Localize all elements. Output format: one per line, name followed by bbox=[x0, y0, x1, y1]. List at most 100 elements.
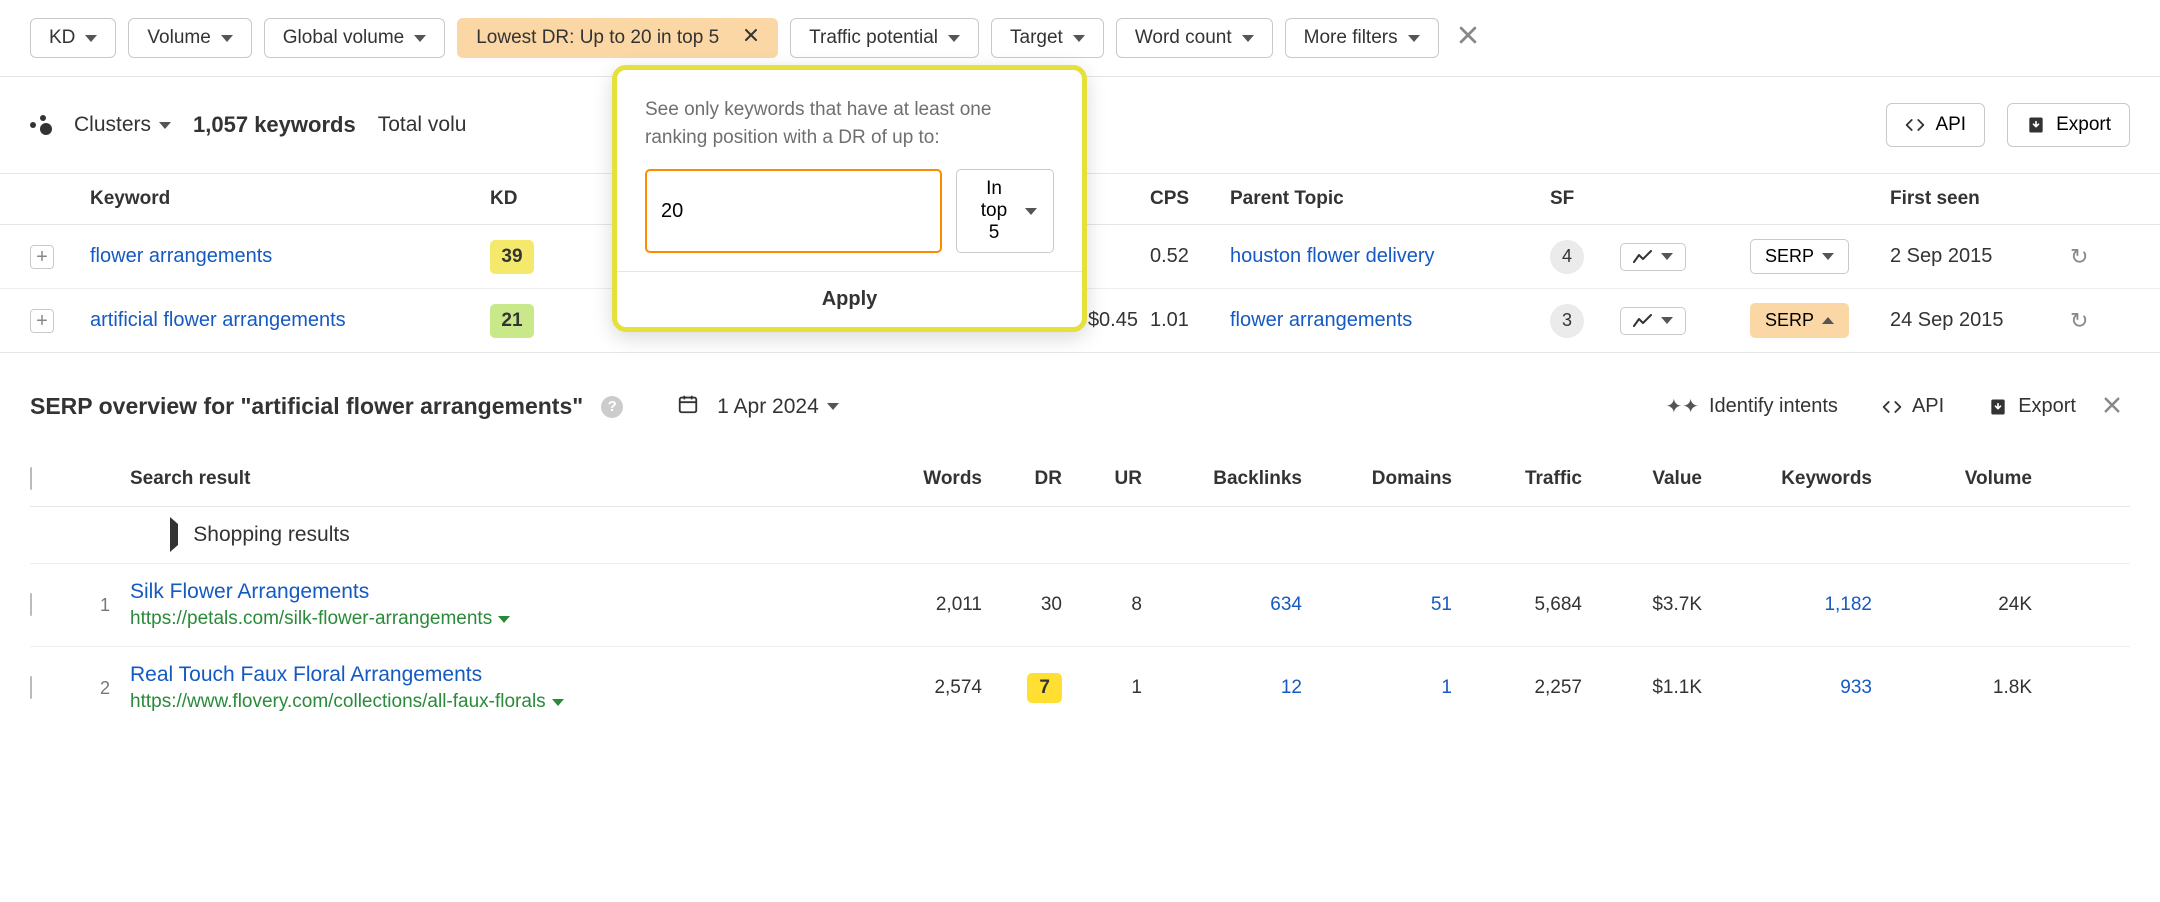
filter-lowest-dr-label: Lowest DR: Up to 20 in top 5 bbox=[476, 27, 719, 49]
first-seen-value: 2 Sep 2015 bbox=[1890, 245, 2070, 268]
chevron-up-icon bbox=[1822, 317, 1834, 324]
keywords-value[interactable]: 1,182 bbox=[1720, 594, 1890, 616]
in-top-select[interactable]: In top 5 bbox=[956, 169, 1054, 253]
rank-value: 1 bbox=[80, 595, 130, 616]
chevron-down-icon bbox=[159, 122, 171, 129]
kd-badge: 21 bbox=[490, 304, 534, 338]
filter-volume[interactable]: Volume bbox=[128, 18, 251, 58]
serp-label: SERP bbox=[1765, 310, 1814, 331]
col-words: Words bbox=[890, 468, 1000, 490]
serp-button[interactable]: SERP bbox=[1750, 303, 1849, 338]
date-label: 1 Apr 2024 bbox=[717, 395, 819, 419]
dr-value-input[interactable] bbox=[645, 169, 942, 253]
total-volume-label: Total volu bbox=[378, 113, 467, 137]
clear-filters-icon[interactable] bbox=[1451, 18, 1485, 58]
result-url[interactable]: https://www.flovery.com/collections/all-… bbox=[130, 691, 890, 713]
result-title[interactable]: Silk Flower Arrangements bbox=[130, 580, 890, 604]
backlinks-value[interactable]: 12 bbox=[1160, 677, 1320, 699]
filter-kd[interactable]: KD bbox=[30, 18, 116, 58]
filter-kd-label: KD bbox=[49, 27, 75, 49]
keyword-count: 1,057 keywords bbox=[193, 112, 356, 138]
trend-button[interactable] bbox=[1620, 307, 1686, 335]
kd-badge: 39 bbox=[490, 240, 534, 274]
chevron-down-icon bbox=[1242, 35, 1254, 42]
filter-bar: KD Volume Global volume Lowest DR: Up to… bbox=[0, 0, 2160, 77]
serp-overview: SERP overview for "artificial flower arr… bbox=[0, 353, 2160, 729]
dr-highlight: 7 bbox=[1027, 673, 1062, 703]
filter-lowest-dr[interactable]: Lowest DR: Up to 20 in top 5 bbox=[457, 18, 778, 58]
download-icon bbox=[2026, 115, 2046, 135]
volume-value: 24K bbox=[1890, 594, 2050, 616]
serp-title: SERP overview for "artificial flower arr… bbox=[30, 393, 583, 420]
filter-target[interactable]: Target bbox=[991, 18, 1104, 58]
traffic-value: 5,684 bbox=[1470, 594, 1600, 616]
identify-intents-button[interactable]: ✦✦ Identify intents bbox=[1665, 394, 1837, 419]
row-checkbox[interactable] bbox=[30, 593, 32, 616]
col-domains: Domains bbox=[1320, 468, 1470, 490]
chevron-down-icon bbox=[221, 35, 233, 42]
trend-button[interactable] bbox=[1620, 243, 1686, 271]
chevron-down-icon bbox=[1822, 253, 1834, 260]
filter-word-count[interactable]: Word count bbox=[1116, 18, 1273, 58]
keyword-link[interactable]: flower arrangements bbox=[90, 245, 490, 268]
col-dr: DR bbox=[1000, 468, 1080, 490]
filter-global-volume-label: Global volume bbox=[283, 27, 404, 49]
sparkle-icon: ✦✦ bbox=[1665, 394, 1699, 419]
chevron-down-icon bbox=[827, 403, 839, 410]
chevron-down-icon bbox=[1408, 35, 1420, 42]
chevron-down-icon bbox=[1661, 317, 1673, 324]
trend-icon bbox=[1633, 314, 1653, 328]
trend-icon bbox=[1633, 250, 1653, 264]
parent-topic-link[interactable]: flower arrangements bbox=[1230, 309, 1550, 332]
date-picker[interactable]: 1 Apr 2024 bbox=[717, 395, 839, 419]
row-checkbox[interactable] bbox=[30, 676, 32, 699]
col-search-result: Search result bbox=[130, 468, 890, 490]
api-button[interactable]: API bbox=[1886, 103, 1985, 147]
expand-button[interactable]: + bbox=[30, 309, 54, 333]
col-volume: Volume bbox=[1890, 468, 2050, 490]
result-url[interactable]: https://petals.com/silk-flower-arrangeme… bbox=[130, 608, 890, 630]
code-icon bbox=[1882, 397, 1902, 417]
sf-badge[interactable]: 4 bbox=[1550, 240, 1584, 274]
serp-shopping-row[interactable]: Shopping results bbox=[30, 507, 2130, 564]
traffic-value: 2,257 bbox=[1470, 677, 1600, 699]
close-icon[interactable] bbox=[2094, 387, 2130, 426]
words-value: 2,574 bbox=[890, 677, 1000, 699]
domains-value[interactable]: 1 bbox=[1320, 677, 1470, 699]
refresh-icon[interactable]: ↻ bbox=[2070, 244, 2130, 270]
serp-button[interactable]: SERP bbox=[1750, 239, 1849, 274]
first-seen-value: 24 Sep 2015 bbox=[1890, 309, 2070, 332]
serp-header: Search result Words DR UR Backlinks Doma… bbox=[30, 452, 2130, 507]
keyword-link[interactable]: artificial flower arrangements bbox=[90, 309, 490, 332]
export-button[interactable]: Export bbox=[2007, 103, 2130, 147]
parent-topic-link[interactable]: houston flower delivery bbox=[1230, 245, 1550, 268]
filter-more[interactable]: More filters bbox=[1285, 18, 1439, 58]
api-label: API bbox=[1935, 114, 1966, 136]
ur-value: 1 bbox=[1080, 677, 1160, 699]
serp-api-button[interactable]: API bbox=[1882, 395, 1944, 418]
help-icon[interactable]: ? bbox=[601, 396, 623, 418]
select-all-checkbox[interactable] bbox=[30, 467, 32, 490]
close-icon[interactable] bbox=[743, 27, 759, 49]
chevron-down-icon bbox=[498, 616, 510, 623]
clusters-dropdown[interactable]: Clusters bbox=[74, 113, 171, 137]
apply-button[interactable]: Apply bbox=[617, 271, 1082, 327]
chevron-down-icon bbox=[948, 35, 960, 42]
ur-value: 8 bbox=[1080, 594, 1160, 616]
filter-traffic-potential[interactable]: Traffic potential bbox=[790, 18, 979, 58]
filter-wc-label: Word count bbox=[1135, 27, 1232, 49]
domains-value[interactable]: 51 bbox=[1320, 594, 1470, 616]
expand-button[interactable]: + bbox=[30, 245, 54, 269]
filter-global-volume[interactable]: Global volume bbox=[264, 18, 445, 58]
serp-api-label: API bbox=[1912, 395, 1944, 418]
result-title[interactable]: Real Touch Faux Floral Arrangements bbox=[130, 663, 890, 687]
backlinks-value[interactable]: 634 bbox=[1160, 594, 1320, 616]
col-traffic: Traffic bbox=[1470, 468, 1600, 490]
filter-volume-label: Volume bbox=[147, 27, 210, 49]
keywords-value[interactable]: 933 bbox=[1720, 677, 1890, 699]
sf-badge[interactable]: 3 bbox=[1550, 304, 1584, 338]
col-sf: SF bbox=[1550, 188, 1620, 210]
serp-export-button[interactable]: Export bbox=[1988, 395, 2076, 418]
refresh-icon[interactable]: ↻ bbox=[2070, 308, 2130, 334]
chevron-down-icon bbox=[552, 699, 564, 706]
